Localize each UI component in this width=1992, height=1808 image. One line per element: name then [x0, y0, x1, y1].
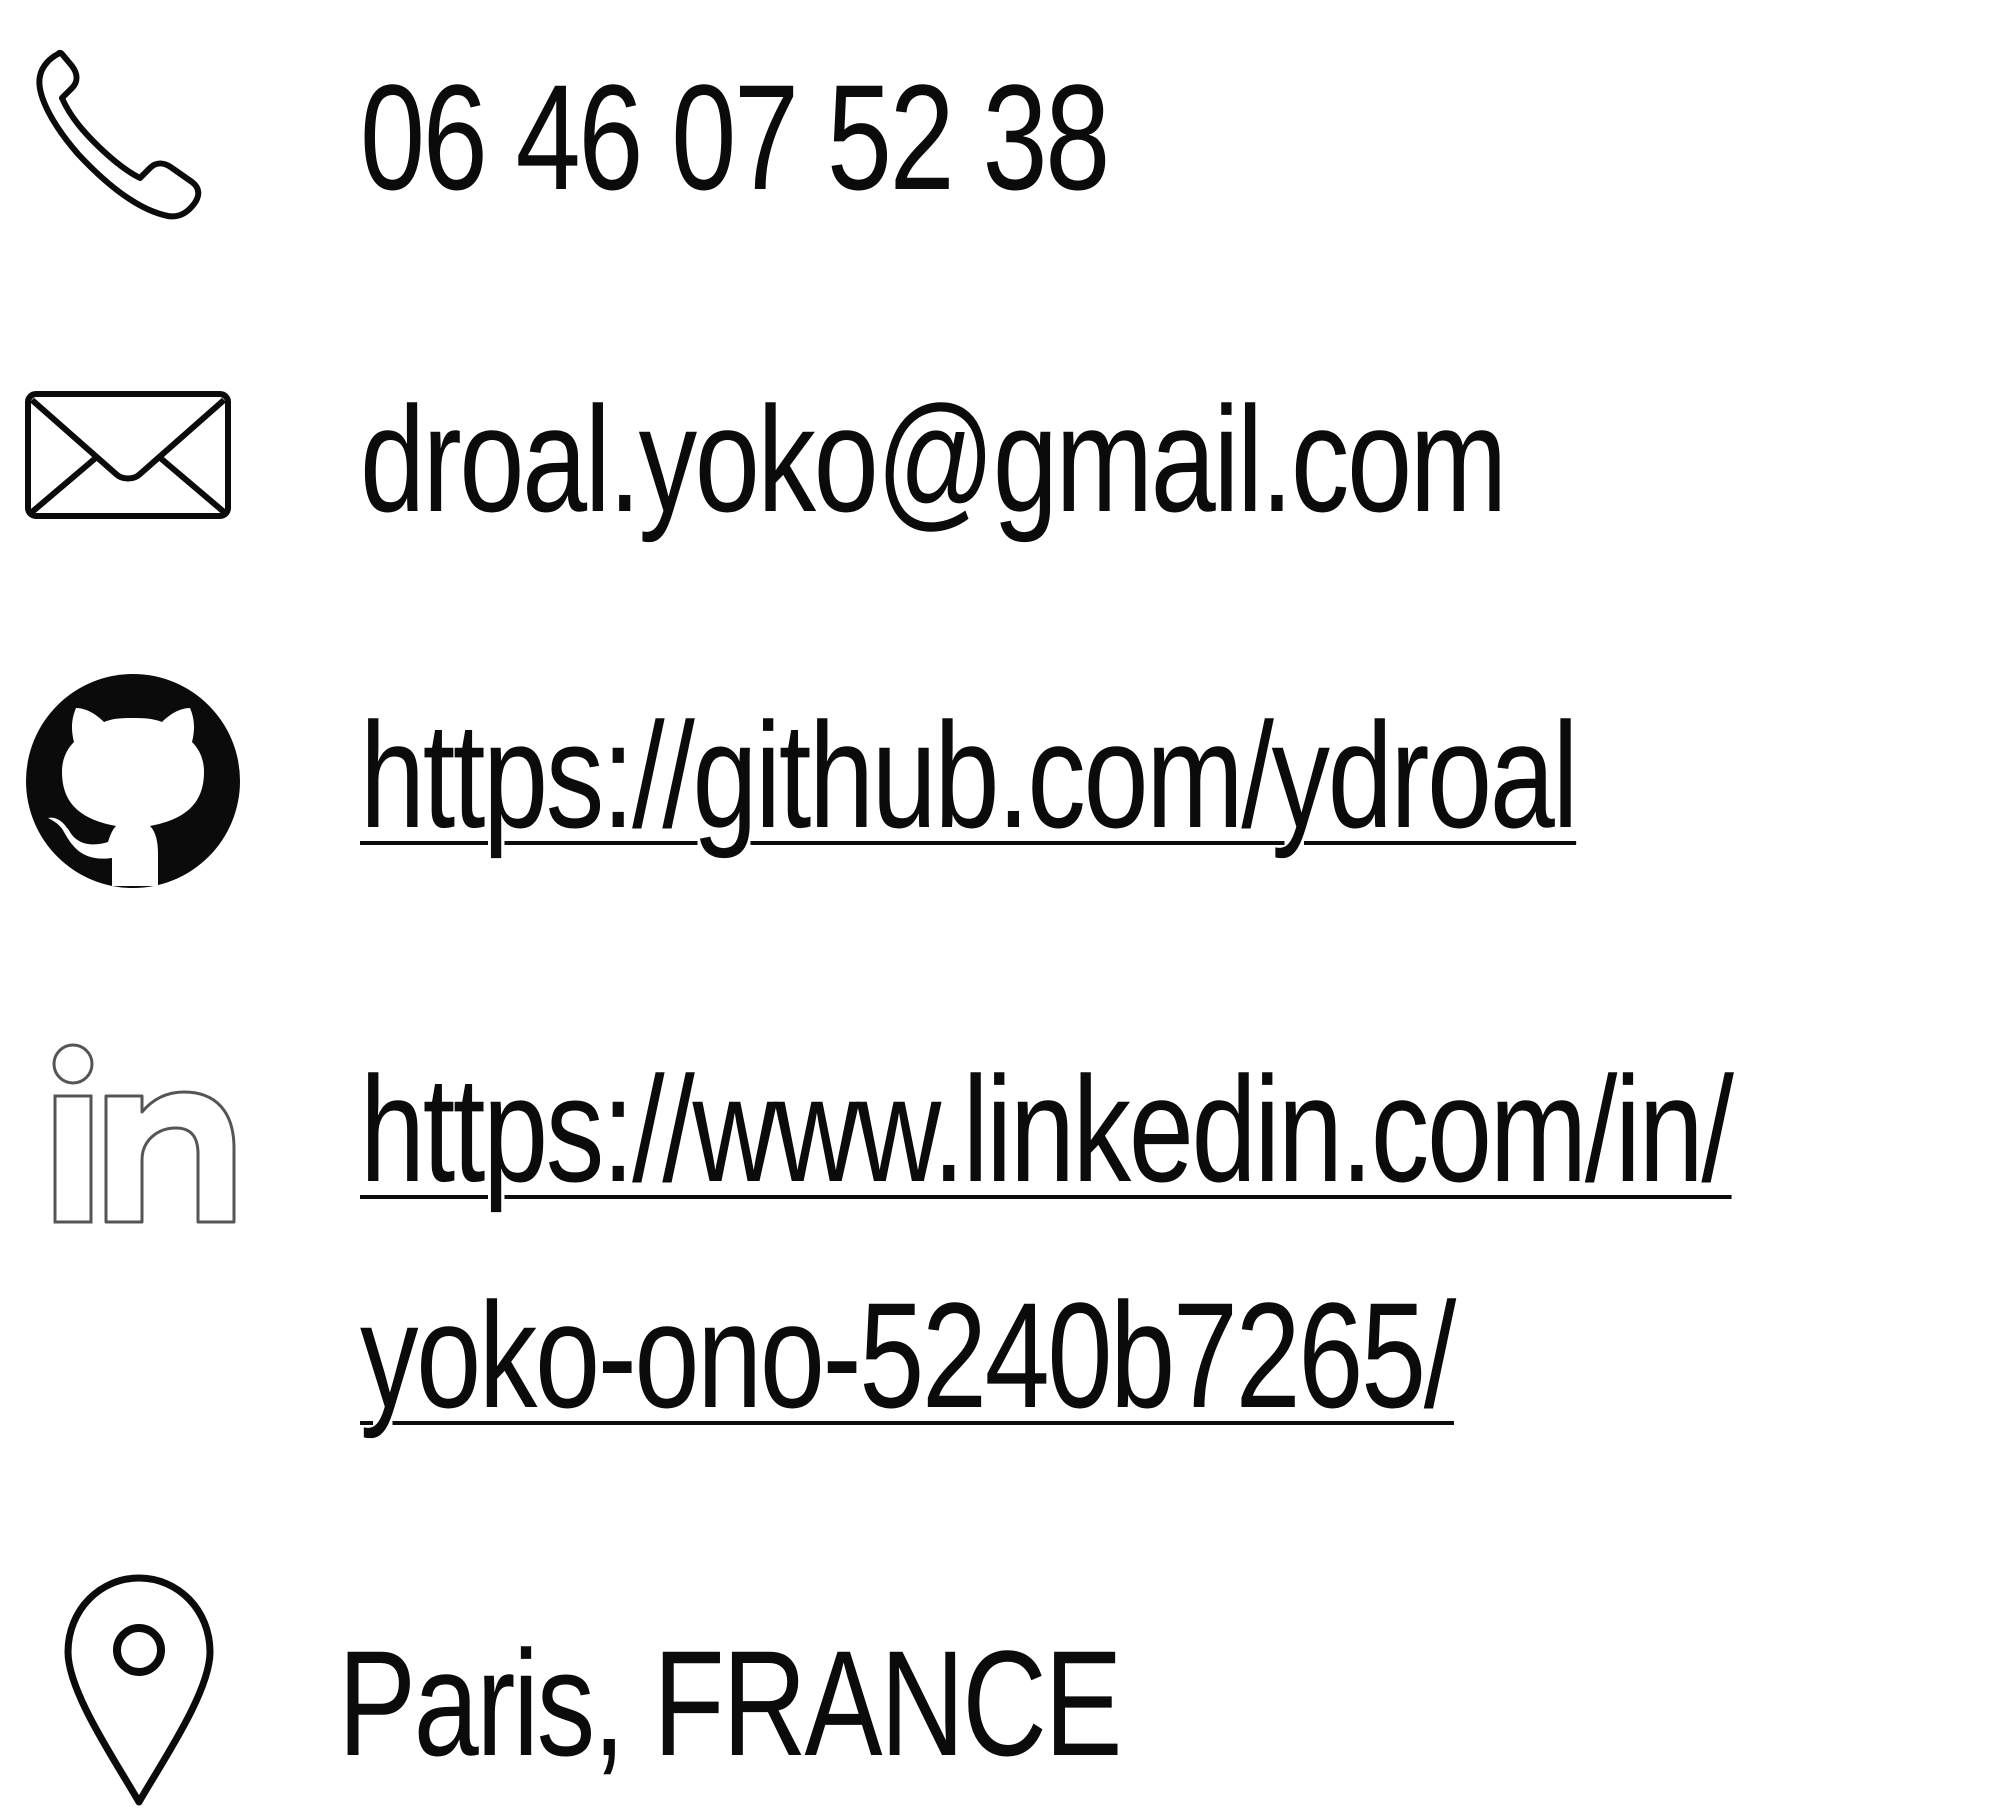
linkedin-icon — [52, 1042, 238, 1226]
linkedin-link-line-2[interactable]: yoko-ono-5240b7265/ — [360, 1280, 1456, 1430]
linkedin-link-line-1[interactable]: https://www.linkedin.com/in/ — [360, 1054, 1734, 1204]
phone-number: 06 46 07 52 38 — [360, 53, 1110, 221]
phone-icon — [28, 44, 214, 226]
envelope-icon — [24, 390, 232, 520]
github-icon — [22, 672, 244, 890]
contact-list: 06 46 07 52 38 droal.yoko@gmail.com http… — [0, 0, 1992, 1807]
email-address: droal.yoko@gmail.com — [360, 375, 1507, 543]
github-link[interactable]: https://github.com/ydroal — [360, 700, 1579, 850]
location-text: Paris, FRANCE — [338, 1619, 1123, 1787]
map-pin-icon — [60, 1572, 218, 1808]
